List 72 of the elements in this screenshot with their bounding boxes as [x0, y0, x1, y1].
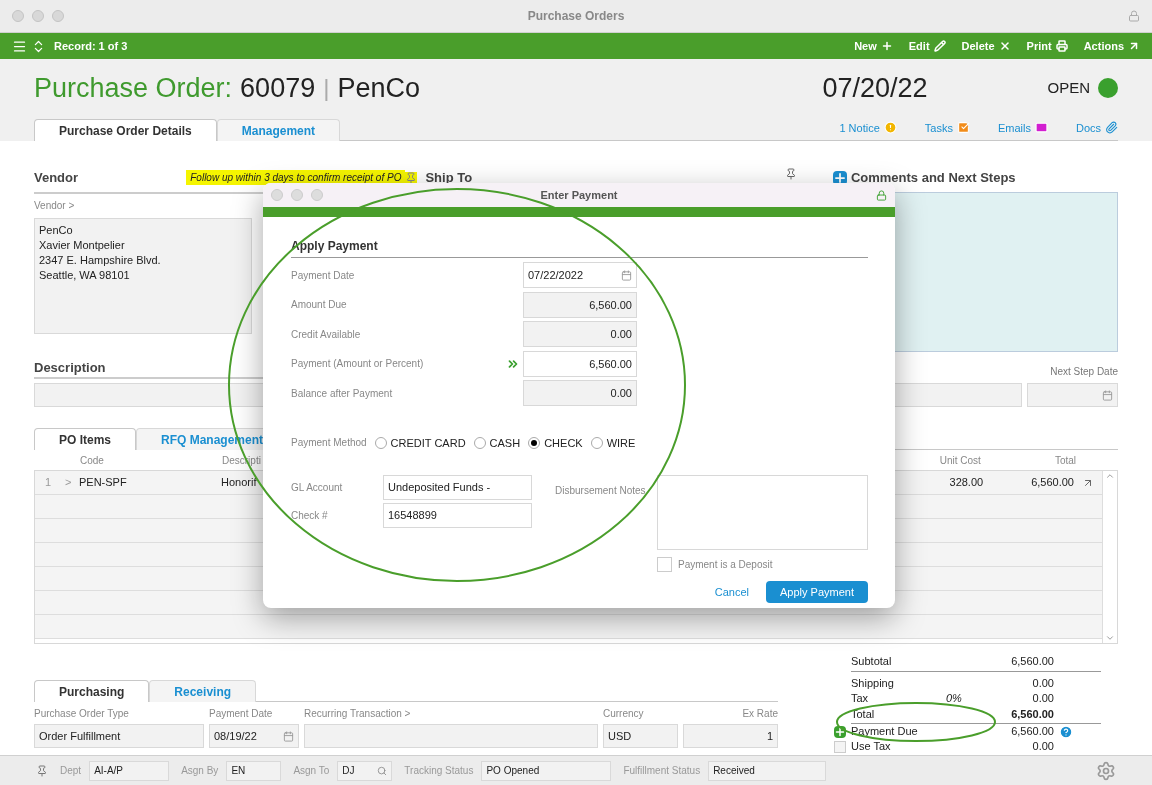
separator: |: [323, 73, 330, 103]
table-cell-text: 328.00: [949, 475, 984, 491]
field-label: Asgn By: [181, 764, 219, 778]
field-value: 0.00: [610, 386, 632, 401]
record-number: 60079: [240, 71, 316, 105]
field-label: Payment Date: [209, 707, 274, 721]
field-label: Check #: [291, 509, 329, 523]
column-header: Total: [1054, 454, 1076, 468]
total-label: Shipping: [851, 676, 895, 692]
section-heading: Comments and Next Steps: [850, 169, 1016, 187]
checkbox-label: Payment is a Deposit: [678, 558, 773, 572]
dialog-title: Enter Payment: [540, 187, 618, 203]
field-value: DJ: [342, 764, 355, 778]
address-line: Xavier Montpelier: [39, 237, 126, 253]
field-value: USD: [608, 728, 632, 744]
field-value: AI-A/P: [94, 764, 124, 778]
field-value: EN: [231, 764, 246, 778]
total-label: Subtotal: [851, 654, 893, 670]
field-value: 07/22/2022: [528, 268, 584, 283]
vendor-name: PenCo: [337, 71, 420, 105]
field-value: 6,560.00: [589, 297, 632, 313]
field-label: Asgn To: [293, 764, 330, 778]
column-header: Code: [80, 454, 105, 468]
field-value: 0.00: [610, 327, 632, 342]
field-label: Purchase Order Type: [34, 707, 130, 721]
field-label: Payment (Amount or Percent): [291, 357, 425, 372]
field-label: Tracking Status: [404, 764, 474, 778]
record-date: 07/20/22: [822, 71, 928, 105]
field-label: Recurring Transaction >: [304, 707, 412, 721]
tax-rate: 0%: [946, 691, 962, 707]
field-label: GL Account: [291, 481, 344, 495]
total-value: 0.00: [1032, 739, 1054, 755]
field-value: 08/19/22: [214, 728, 257, 744]
column-header: Unit Cost: [939, 454, 981, 468]
field-label: Ex Rate: [741, 707, 778, 721]
window-title: Purchase Orders: [527, 8, 625, 25]
field-label: Next Step Date: [1049, 365, 1118, 379]
field-value: PO Opened: [486, 764, 540, 778]
field-label: Balance after Payment: [291, 386, 394, 401]
field-label: Dept: [60, 764, 82, 778]
field-label: Fulfillment Status: [623, 764, 701, 778]
section-heading: Vendor: [34, 169, 79, 187]
address-line: Seattle, WA 98101: [39, 267, 131, 283]
field-label: Credit Available: [291, 327, 362, 342]
total-value: 0.00: [1032, 676, 1054, 692]
total-value: 6,560.00: [1011, 654, 1054, 670]
field-label: Amount Due: [291, 298, 348, 313]
field-label: Payment Method: [291, 436, 367, 451]
field-label: Currency: [603, 707, 645, 721]
record-counter: Record: 1 of 3: [54, 38, 128, 54]
follow-up-note: Follow up within 3 days to confirm receipt of PO: [186, 170, 406, 186]
total-label: Use Tax: [851, 739, 892, 755]
field-value: 6,560.00: [589, 356, 632, 372]
field-label: Disbursement Notes: [555, 484, 647, 498]
section-heading: Ship To: [425, 169, 473, 187]
field-value: 1: [766, 728, 773, 744]
table-cell-text: Honorif: [221, 475, 257, 491]
field-label: Payment Date: [291, 268, 356, 283]
table-cell-text: 6,560.00: [1031, 475, 1074, 491]
total-value: 6,560.00: [1011, 724, 1054, 740]
field-value: Order Fulfillment: [39, 728, 121, 744]
total-value: 6,560.00: [1011, 707, 1054, 723]
total-label: Payment Due: [851, 724, 919, 740]
total-label: Tax: [851, 691, 870, 707]
address-line: PenCo: [39, 222, 74, 238]
record-label: Purchase Order:: [34, 71, 233, 105]
total-value: 0.00: [1032, 691, 1054, 707]
table-cell-text: PEN-SPF: [79, 475, 128, 491]
field-value: Received: [713, 764, 755, 778]
address-line: 2347 E. Hampshire Blvd.: [39, 252, 162, 268]
row-number: 1: [45, 475, 53, 491]
status-label: OPEN: [1047, 77, 1090, 98]
